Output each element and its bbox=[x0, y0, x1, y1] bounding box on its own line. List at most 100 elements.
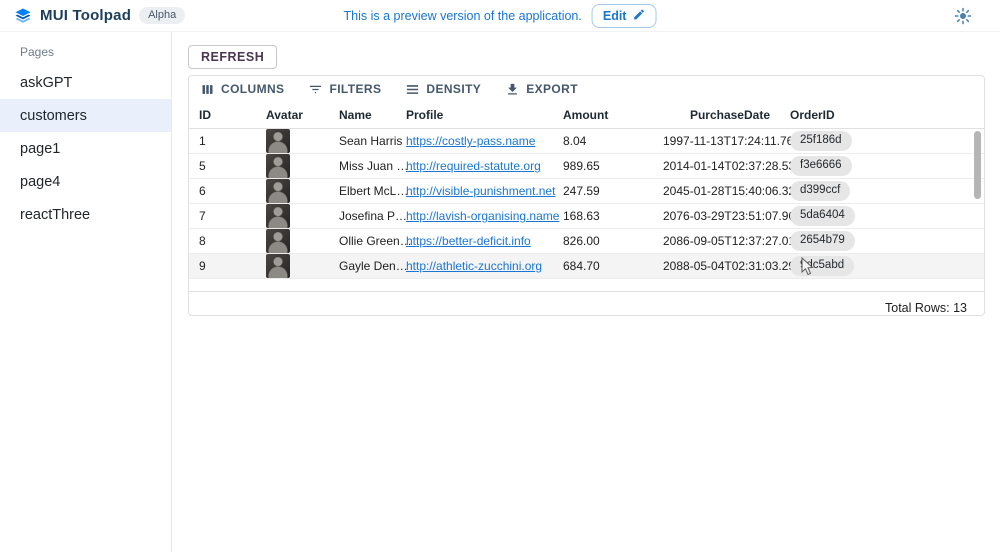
avatar bbox=[266, 229, 290, 253]
column-header-purchasedate[interactable]: PurchaseDate bbox=[663, 108, 780, 122]
column-header-label: PurchaseDate bbox=[690, 108, 770, 122]
toolbar-filters-button[interactable]: FILTERS bbox=[303, 80, 386, 99]
id-value: 5 bbox=[199, 159, 206, 173]
amount-value: 247.59 bbox=[563, 184, 600, 198]
edit-button[interactable]: Edit bbox=[592, 4, 657, 28]
cell-profile: http://visible-punishment.net bbox=[396, 184, 553, 198]
sidebar-item-reactThree[interactable]: reactThree bbox=[0, 198, 171, 231]
column-header-id[interactable]: ID bbox=[189, 108, 256, 122]
order-id-chip: 9dc5abd bbox=[790, 256, 854, 276]
cell-avatar bbox=[256, 204, 329, 228]
brand: MUI Toolpad Alpha bbox=[0, 7, 185, 25]
sidebar-item-label: reactThree bbox=[20, 207, 90, 223]
sidebar-item-customers[interactable]: customers bbox=[0, 99, 171, 132]
vertical-scrollbar-thumb[interactable] bbox=[974, 131, 981, 199]
cell-order-id: f3e6666 bbox=[780, 156, 984, 176]
cell-profile: http://athletic-zucchini.org bbox=[396, 259, 553, 273]
alpha-badge: Alpha bbox=[139, 7, 185, 24]
order-id-chip: 25f186d bbox=[790, 131, 852, 151]
cell-id: 8 bbox=[189, 234, 256, 248]
column-header-name[interactable]: Name bbox=[329, 108, 396, 122]
cell-profile: http://required-statute.org bbox=[396, 159, 553, 173]
refresh-button[interactable]: REFRESH bbox=[188, 45, 277, 69]
cell-id: 7 bbox=[189, 209, 256, 223]
column-header-label: OrderID bbox=[790, 108, 835, 122]
id-value: 6 bbox=[199, 184, 206, 198]
sun-icon bbox=[954, 13, 972, 28]
profile-link[interactable]: http://athletic-zucchini.org bbox=[406, 259, 542, 273]
cell-order-id: d399ccf bbox=[780, 181, 984, 201]
cell-purchase-date: 2088-05-04T02:31:03.294Z bbox=[663, 259, 780, 273]
column-header-label: Avatar bbox=[266, 108, 303, 122]
toolbar-density-button[interactable]: DENSITY bbox=[400, 80, 486, 99]
cell-name: Josefina P… bbox=[329, 209, 396, 223]
toolbar-export-button[interactable]: EXPORT bbox=[500, 80, 583, 99]
cell-order-id: 25f186d bbox=[780, 131, 984, 151]
cell-name: Elbert McL… bbox=[329, 184, 396, 198]
sidebar-item-label: page4 bbox=[20, 174, 60, 190]
id-value: 7 bbox=[199, 209, 206, 223]
cell-avatar bbox=[256, 254, 329, 278]
profile-link[interactable]: https://better-deficit.info bbox=[406, 234, 531, 248]
data-grid: COLUMNS FILTERS DENSITY EXPORT ID Avatar Name… bbox=[188, 75, 985, 316]
column-header-avatar[interactable]: Avatar bbox=[256, 108, 329, 122]
cell-order-id: 5da6404 bbox=[780, 206, 984, 226]
toolbar-columns-button[interactable]: COLUMNS bbox=[195, 80, 289, 99]
cell-name: Gayle Den… bbox=[329, 259, 396, 273]
toolbar-button-label: DENSITY bbox=[426, 82, 481, 96]
toolbar-button-label: EXPORT bbox=[526, 82, 578, 96]
grid-footer: Total Rows: 13 bbox=[189, 291, 984, 316]
sidebar-item-label: customers bbox=[20, 108, 87, 124]
theme-toggle-button[interactable] bbox=[954, 7, 972, 25]
table-row: 8Ollie Green…https://better-deficit.info… bbox=[189, 229, 984, 254]
cell-purchase-date: 1997-11-13T17:24:11.769Z bbox=[663, 134, 780, 148]
cell-order-id: 2654b79 bbox=[780, 231, 984, 251]
profile-link[interactable]: https://costly-pass.name bbox=[406, 134, 535, 148]
cell-amount: 989.65 bbox=[553, 159, 663, 173]
table-row: 9Gayle Den…http://athletic-zucchini.org6… bbox=[189, 254, 984, 279]
cell-profile: https://costly-pass.name bbox=[396, 134, 553, 148]
total-rows-label: Total Rows: bbox=[885, 301, 950, 315]
main-content: REFRESH COLUMNS FILTERS DENSITY EXPORT ID Av… bbox=[172, 32, 1000, 552]
sidebar: Pages askGPT customers page1 page4 reactThre… bbox=[0, 32, 172, 552]
cell-name: Miss Juan … bbox=[329, 159, 396, 173]
profile-link[interactable]: http://lavish-organising.name bbox=[406, 209, 559, 223]
column-header-amount[interactable]: Amount bbox=[553, 108, 663, 122]
sidebar-section-label: Pages bbox=[0, 38, 171, 66]
profile-link[interactable]: http://required-statute.org bbox=[406, 159, 541, 173]
grid-toolbar: COLUMNS FILTERS DENSITY EXPORT bbox=[189, 76, 984, 102]
sidebar-item-page4[interactable]: page4 bbox=[0, 165, 171, 198]
table-row: 6 Elbert McL… http://visible-punishment.ne… bbox=[189, 179, 984, 204]
amount-value: 989.65 bbox=[563, 159, 600, 173]
cell-amount: 684.70 bbox=[553, 259, 663, 273]
toolbar-button-label: FILTERS bbox=[329, 82, 381, 96]
cell-purchase-date: 2086-09-05T12:37:27.015Z bbox=[663, 234, 780, 248]
pencil-icon bbox=[632, 8, 645, 24]
columns-icon bbox=[200, 82, 215, 97]
toolpad-logo-icon bbox=[14, 7, 32, 25]
toolbar-button-label: COLUMNS bbox=[221, 82, 284, 96]
sidebar-item-label: page1 bbox=[20, 141, 60, 157]
sidebar-item-page1[interactable]: page1 bbox=[0, 132, 171, 165]
grid-header-row: ID Avatar Name Profile Amount PurchaseDate Ord… bbox=[189, 102, 984, 129]
column-header-label: Name bbox=[339, 108, 372, 122]
profile-link[interactable]: http://visible-punishment.net bbox=[406, 184, 555, 198]
cell-avatar bbox=[256, 179, 329, 203]
column-header-label: Profile bbox=[406, 108, 443, 122]
name-value: Sean Harris bbox=[339, 134, 402, 148]
app-title: MUI Toolpad bbox=[40, 7, 131, 24]
avatar bbox=[266, 154, 290, 178]
id-value: 8 bbox=[199, 234, 206, 248]
table-row: 1Sean Harrishttps://costly-pass.name8.04… bbox=[189, 129, 984, 154]
edit-button-label: Edit bbox=[603, 9, 627, 23]
avatar bbox=[266, 204, 290, 228]
sidebar-item-askGPT[interactable]: askGPT bbox=[0, 66, 171, 99]
table-row: 7Josefina P…http://lavish-organising.nam… bbox=[189, 204, 984, 229]
table-row: 5 Miss Juan … http://required-statute.org 9… bbox=[189, 154, 984, 179]
app-header: MUI Toolpad Alpha This is a preview vers… bbox=[0, 0, 1000, 32]
cell-id: 1 bbox=[189, 134, 256, 148]
column-header-orderid[interactable]: OrderID bbox=[780, 108, 984, 122]
column-header-profile[interactable]: Profile bbox=[396, 108, 553, 122]
column-header-label: Amount bbox=[563, 108, 608, 122]
cell-profile: http://lavish-organising.name bbox=[396, 209, 553, 223]
